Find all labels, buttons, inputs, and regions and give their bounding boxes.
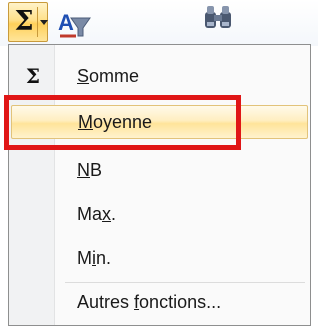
menu-item-label: Moyenne — [78, 112, 153, 132]
menu-item-label: Autres fonctions... — [77, 292, 222, 312]
menu-item-moyenne[interactable]: Moyenne — [11, 105, 308, 139]
sigma-icon: Σ — [25, 64, 41, 88]
sigma-icon[interactable]: Σ — [12, 5, 36, 39]
menu-item-max[interactable]: Max. — [11, 197, 308, 231]
menu-item-nb[interactable]: NB — [11, 153, 308, 187]
menu-item-label: Min. — [77, 248, 112, 268]
autosum-split-button[interactable]: Σ — [8, 2, 48, 42]
menu-item-label: Max. — [77, 204, 117, 224]
menu-separator — [65, 282, 305, 283]
ribbon-strip: Σ A — [0, 0, 318, 46]
autosum-dropdown-screenshot: Σ A Σ Somme Moyenne NB Max. Min. Autres … — [0, 0, 318, 333]
chevron-down-icon[interactable] — [40, 20, 48, 25]
sort-filter-icon[interactable]: A — [56, 6, 92, 42]
svg-text:A: A — [58, 10, 74, 35]
menu-item-somme[interactable]: Σ Somme — [11, 59, 308, 93]
autosum-menu: Σ Somme Moyenne NB Max. Min. Autres fonc… — [8, 44, 311, 326]
menu-item-autres-fonctions[interactable]: Autres fonctions... — [11, 285, 308, 319]
split-divider — [37, 7, 38, 37]
menu-item-min[interactable]: Min. — [11, 241, 308, 275]
menu-item-label: Somme — [77, 66, 140, 86]
menu-item-label: NB — [77, 160, 103, 180]
find-binoculars-icon[interactable] — [202, 2, 234, 32]
